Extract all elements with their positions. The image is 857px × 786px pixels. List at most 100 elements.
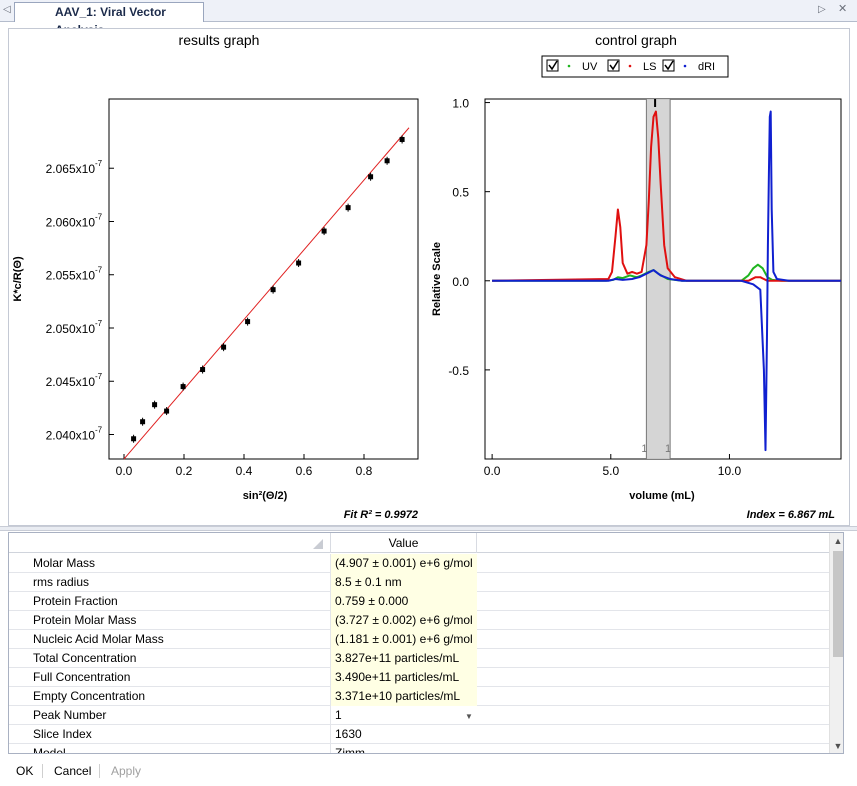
control-y-tick-label: 0.5 xyxy=(452,186,469,200)
property-value: 8.5 ± 0.1 nm xyxy=(331,573,477,592)
properties-header: Value xyxy=(9,533,829,553)
property-value[interactable]: 1630 xyxy=(331,725,477,744)
fit-r2-label: Fit R² = 0.9972 xyxy=(344,509,418,521)
data-point xyxy=(152,402,158,408)
property-value: 3.490e+11 particles/mL xyxy=(331,668,477,687)
apply-button[interactable]: Apply xyxy=(111,762,141,780)
legend-label-uv: UV xyxy=(582,61,598,73)
name-column-header[interactable] xyxy=(9,533,331,553)
legend-marker-uv xyxy=(567,64,571,68)
property-name: Empty Concentration xyxy=(9,687,331,706)
data-point xyxy=(221,344,227,350)
property-row[interactable]: Total Concentration 3.827e+11 particles/m… xyxy=(9,649,829,668)
data-point xyxy=(345,205,351,211)
graphs-canvas: results graph 0.0 0.2 0.4 0.6 0.82.040x10 -72… xyxy=(12,32,842,521)
legend-marker-dri xyxy=(683,64,687,68)
property-value: 0.759 ± 0.000 xyxy=(331,592,477,611)
property-row[interactable]: Protein Molar Mass (3.727 ± 0.002) e+6 g/… xyxy=(9,611,829,630)
data-point xyxy=(245,319,251,325)
control-y-tick-label: 0.0 xyxy=(452,275,469,289)
property-value[interactable]: Zimm xyxy=(331,744,477,753)
index-label: Index = 6.867 mL xyxy=(747,509,836,521)
results-y-tick-label: 2.055x10 xyxy=(46,269,96,283)
control-y-tick-label: -0.5 xyxy=(448,364,469,378)
property-value: (3.727 ± 0.002) e+6 g/mol xyxy=(331,611,477,630)
property-value[interactable]: 1 xyxy=(331,706,477,725)
results-ylabel: K*c/R(Θ) xyxy=(12,256,24,302)
property-value: (4.907 ± 0.001) e+6 g/mol xyxy=(331,554,477,573)
results-y-tick-label: 2.045x10 xyxy=(46,375,96,389)
property-name: Peak Number xyxy=(9,706,331,725)
property-row[interactable]: rms radius 8.5 ± 0.1 nm xyxy=(9,573,829,592)
property-row[interactable]: Slice Index 1630 xyxy=(9,725,829,744)
data-point xyxy=(321,228,327,234)
data-point xyxy=(270,287,276,293)
selection-marker-label: 1 xyxy=(665,443,671,455)
results-y-tick-exponent: -7 xyxy=(95,426,103,435)
property-row[interactable]: Full Concentration 3.490e+11 particles/mL xyxy=(9,668,829,687)
graph-pane: results graph 0.0 0.2 0.4 0.6 0.8 2.040x10 -7 2… xyxy=(8,28,850,526)
close-icon[interactable]: ✕ xyxy=(838,3,847,15)
data-point xyxy=(200,367,206,373)
data-point xyxy=(180,384,186,390)
cancel-button[interactable]: Cancel xyxy=(54,762,91,780)
property-row[interactable]: Model Zimm xyxy=(9,744,829,753)
dropdown-arrow-icon[interactable]: ▼ xyxy=(465,712,473,721)
property-value: 3.827e+11 particles/mL xyxy=(331,649,477,668)
results-graph-title: results graph xyxy=(179,32,260,48)
scroll-left-icon[interactable]: ◁ xyxy=(3,4,11,16)
property-row[interactable]: Nucleic Acid Molar Mass (1.181 ± 0.001) e… xyxy=(9,630,829,649)
control-y-tick-label: 1.0 xyxy=(452,97,469,111)
property-name: rms radius xyxy=(9,573,331,592)
results-x-tick-label: 0.2 xyxy=(176,464,193,478)
control-x-tick-label: 10.0 xyxy=(718,464,742,478)
control-ylabel: Relative Scale xyxy=(431,242,443,316)
property-name: Total Concentration xyxy=(9,649,331,668)
value-column-header[interactable]: Value xyxy=(331,533,477,553)
results-y-tick-label: 2.060x10 xyxy=(46,215,96,229)
property-name: Protein Molar Mass xyxy=(9,611,331,630)
legend-label-dri: dRI xyxy=(698,61,715,73)
data-point xyxy=(140,419,146,425)
results-x-tick-label: 0.0 xyxy=(116,464,133,478)
control-graph-title: control graph xyxy=(595,32,677,48)
legend-marker-ls xyxy=(628,64,632,68)
tab-bar: ◁ AAV_1: Viral Vector Analysis ▷ ✕ xyxy=(0,0,857,37)
control-xlabel: volume (mL) xyxy=(629,490,695,502)
dialog-footer: OK Cancel Apply xyxy=(0,756,857,786)
property-name: Model xyxy=(9,744,331,753)
property-value: 3.371e+10 particles/mL xyxy=(331,687,477,706)
legend-label-ls: LS xyxy=(643,61,656,73)
property-row[interactable]: Protein Fraction 0.759 ± 0.000 xyxy=(9,592,829,611)
control-x-tick-label: 0.0 xyxy=(484,464,501,478)
selection-marker-label: 1 xyxy=(641,443,647,455)
property-name: Nucleic Acid Molar Mass xyxy=(9,630,331,649)
data-point xyxy=(368,174,374,180)
data-point xyxy=(296,260,302,266)
results-y-tick-label: 2.040x10 xyxy=(46,429,96,443)
control-legend: UV LS dRI xyxy=(541,55,729,78)
scroll-down-icon[interactable]: ▼ xyxy=(830,738,843,753)
pane-splitter[interactable] xyxy=(0,526,857,531)
scrollbar-thumb[interactable] xyxy=(833,551,843,657)
results-y-tick-exponent: -7 xyxy=(95,372,103,381)
property-row[interactable]: Peak Number 1 ▼ xyxy=(9,706,829,725)
property-row[interactable]: Empty Concentration 3.371e+10 particles/m… xyxy=(9,687,829,706)
results-xlabel: sin²(Θ/2) xyxy=(243,490,288,502)
ok-button[interactable]: OK xyxy=(16,762,33,780)
properties-grid: Value Molar Mass (4.907 ± 0.001) e+6 g/mo… xyxy=(8,532,844,754)
data-point xyxy=(399,136,405,142)
results-y-tick-exponent: -7 xyxy=(95,266,103,275)
property-name: Slice Index xyxy=(9,725,331,744)
results-y-tick-exponent: -7 xyxy=(95,159,103,168)
results-x-tick-label: 0.8 xyxy=(356,464,373,478)
results-y-tick-exponent: -7 xyxy=(95,212,103,221)
footer-separator xyxy=(42,764,43,778)
tab-viral-vector-analysis[interactable]: AAV_1: Viral Vector Analysis xyxy=(14,2,204,37)
property-value: (1.181 ± 0.001) e+6 g/mol xyxy=(331,630,477,649)
properties-scrollbar[interactable]: ▲ ▼ xyxy=(829,533,843,753)
scroll-up-icon[interactable]: ▲ xyxy=(830,533,843,549)
control-x-tick-label: 5.0 xyxy=(602,464,619,478)
property-row[interactable]: Molar Mass (4.907 ± 0.001) e+6 g/mol xyxy=(9,554,829,573)
scroll-right-icon[interactable]: ▷ xyxy=(818,4,826,16)
